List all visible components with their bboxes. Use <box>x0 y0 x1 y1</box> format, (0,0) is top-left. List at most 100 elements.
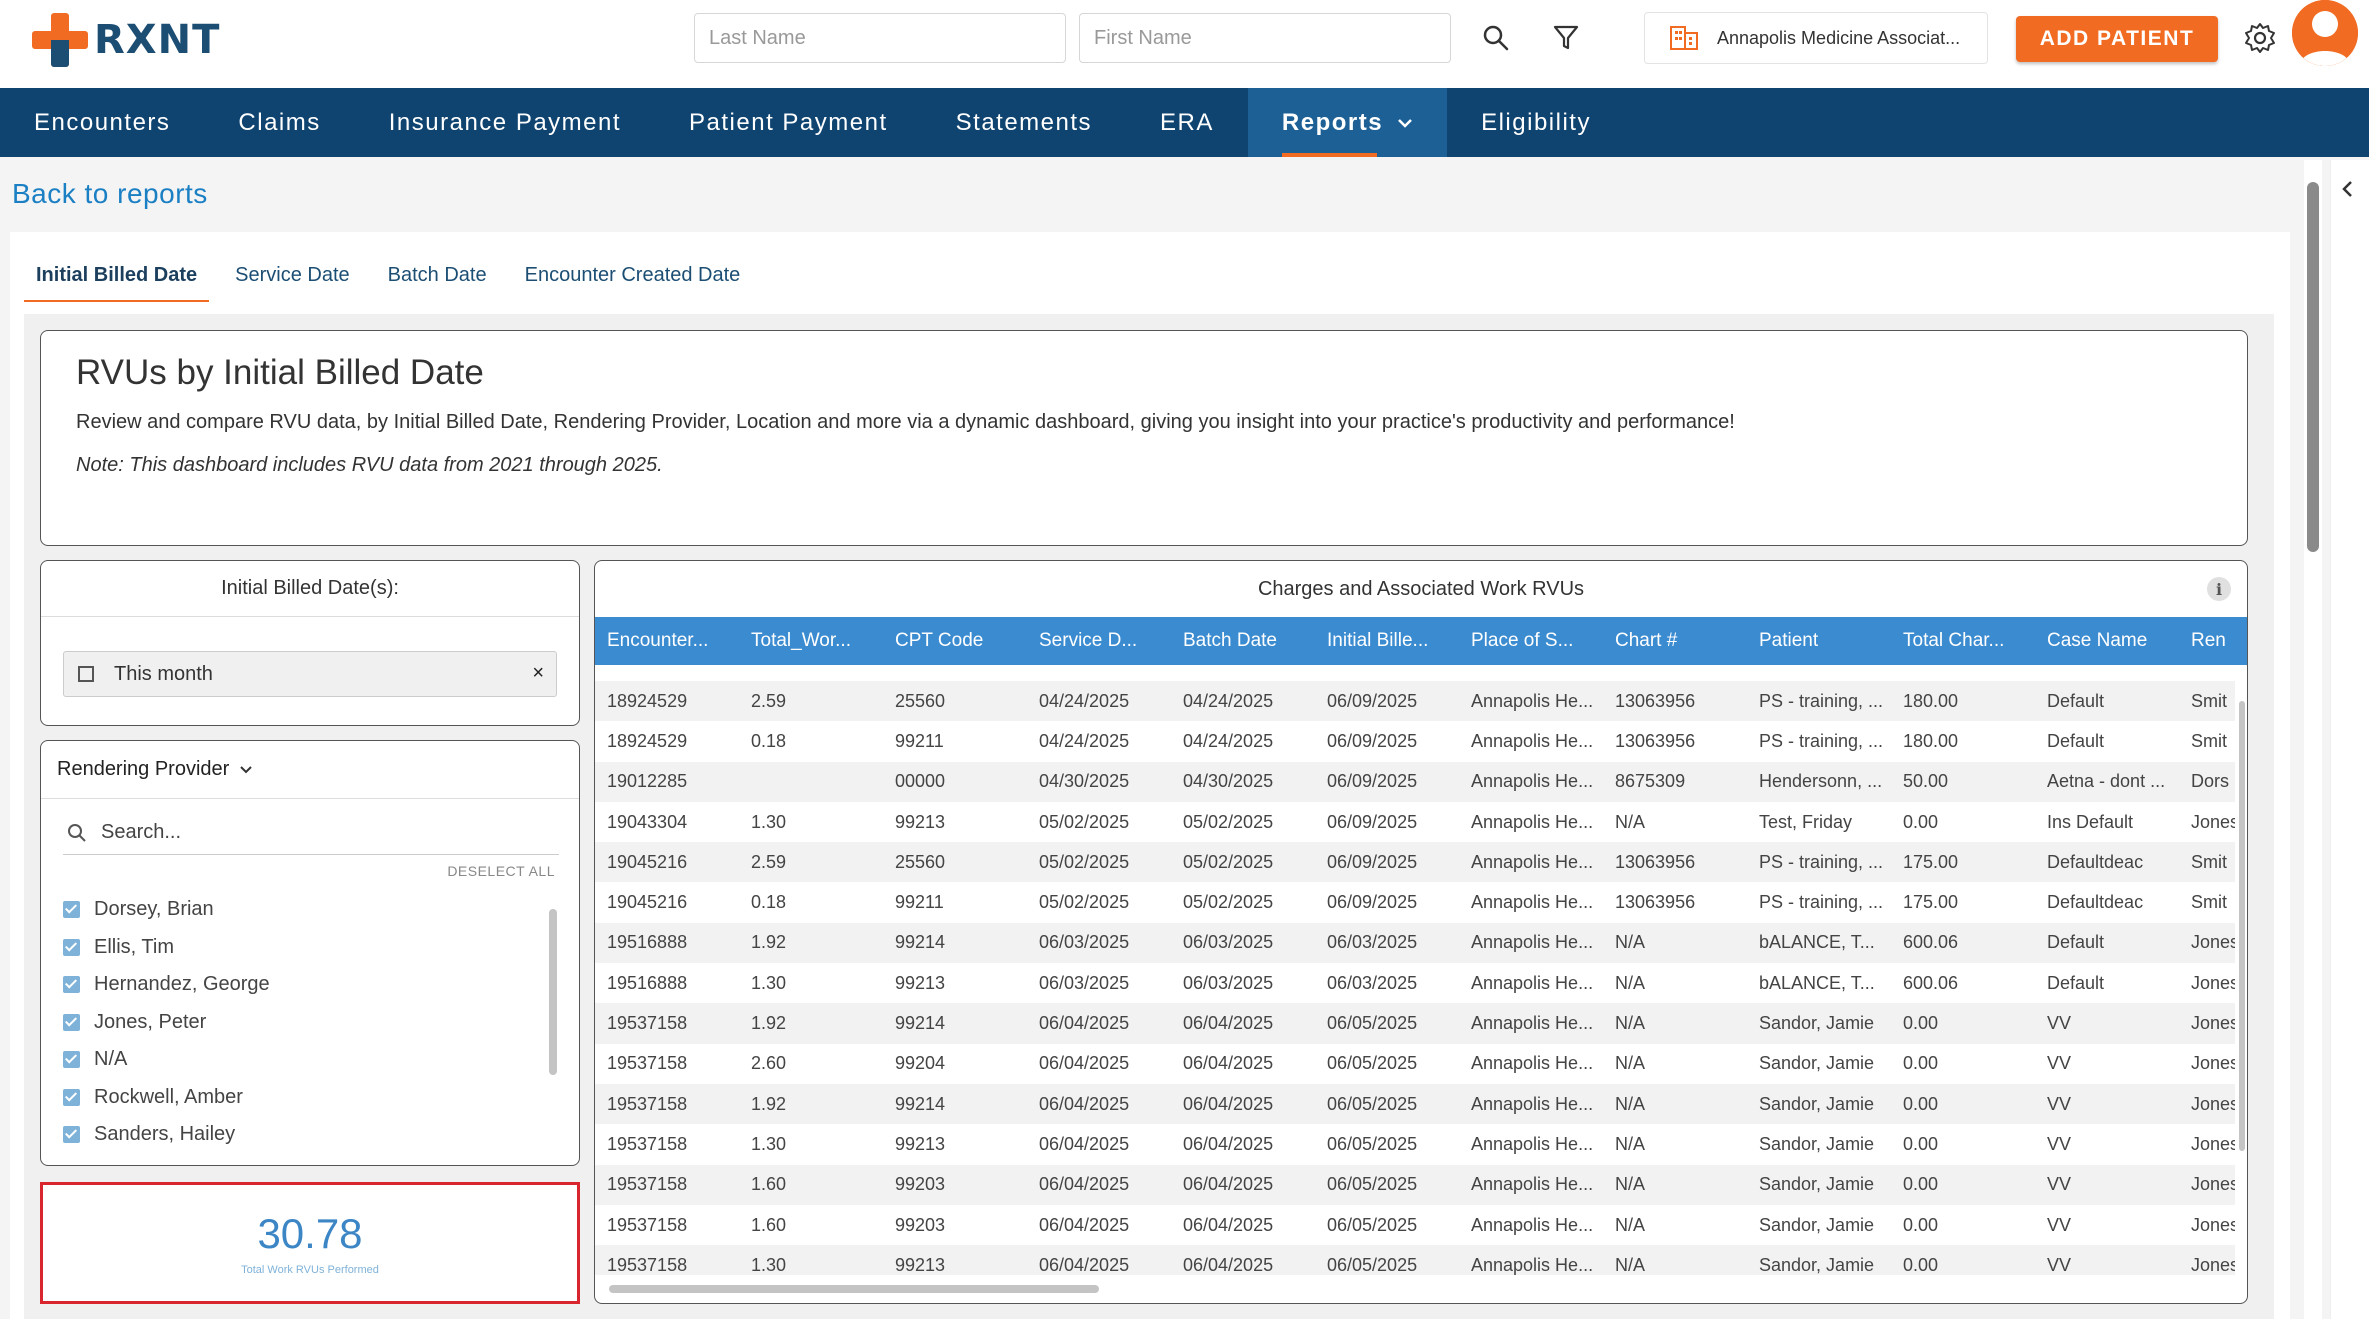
table-cell: 1.92 <box>751 1093 787 1114</box>
rxnt-logo[interactable]: RXNT <box>32 12 220 68</box>
date-range-selector[interactable]: This month × <box>63 651 557 697</box>
chevron-left-icon[interactable] <box>2341 180 2355 198</box>
nav-reports[interactable]: Reports <box>1247 88 1448 157</box>
nav-statements[interactable]: Statements <box>922 88 1126 157</box>
table-cell: 06/09/2025 <box>1327 811 1418 832</box>
last-name-input[interactable]: Last Name <box>694 13 1066 63</box>
table-row[interactable]: 19537158 1.60 99203 06/04/2025 06/04/2025 06/… <box>595 1205 2235 1245</box>
table-row[interactable]: 19537158 1.60 99203 06/04/2025 06/04/2025 06/… <box>595 1164 2235 1205</box>
column-header[interactable]: Total Char... <box>1891 617 2035 665</box>
table-cell: 99203 <box>895 1214 946 1235</box>
list-item[interactable]: Sanders, Hailey <box>63 1116 533 1154</box>
tab-batch-date[interactable]: Batch Date <box>376 264 499 304</box>
provider-search-input[interactable]: Search... <box>63 811 559 855</box>
clear-date-icon[interactable]: × <box>532 662 544 685</box>
table-row[interactable]: 19537158 1.92 99214 06/04/2025 06/04/2025 06/… <box>595 1003 2235 1044</box>
table-cell: 06/04/2025 <box>1183 1254 1274 1275</box>
table-cell: Defaultdeac <box>2047 892 2144 913</box>
first-name-input[interactable]: First Name <box>1079 13 1451 63</box>
column-header[interactable]: Ren <box>2179 617 2247 665</box>
table-cell: Jones <box>2191 972 2235 993</box>
check-icon[interactable] <box>63 901 80 919</box>
nav-era[interactable]: ERA <box>1126 88 1248 157</box>
tab-initial-billed-date[interactable]: Initial Billed Date <box>24 264 210 304</box>
page-description: Review and compare RVU data, by Initial … <box>76 411 1735 433</box>
table-cell: 06/03/2025 <box>1327 932 1418 953</box>
deselect-all-button[interactable]: DESELECT ALL <box>447 863 555 879</box>
provider-list-scrollbar[interactable] <box>549 909 557 1075</box>
column-header[interactable]: Total_Wor... <box>739 617 883 665</box>
page-scrollbar-thumb[interactable] <box>2307 182 2319 552</box>
table-cell: Smit <box>2191 851 2227 872</box>
column-header[interactable]: Patient <box>1747 617 1891 665</box>
table-row[interactable]: 18924529 2.59 25560 04/24/2025 04/24/2025 06/… <box>595 681 2235 722</box>
check-icon[interactable] <box>63 1051 80 1069</box>
column-header[interactable]: Case Name <box>2035 617 2179 665</box>
nav-encounters[interactable]: Encounters <box>0 88 204 157</box>
table-row[interactable]: 19537158 1.30 99213 06/04/2025 06/04/2025 06/… <box>595 1124 2235 1164</box>
table-cell: 99213 <box>895 972 946 993</box>
table-cell: 04/30/2025 <box>1039 771 1130 792</box>
table-cell: 0.00 <box>1903 1093 1939 1114</box>
search-icon[interactable] <box>1478 20 1514 56</box>
table-cell: Sandor, Jamie <box>1759 1254 1875 1275</box>
table-row[interactable]: 19516888 1.92 99214 06/03/2025 06/03/2025 06/… <box>595 922 2235 964</box>
column-header[interactable]: Service D... <box>1027 617 1171 665</box>
column-header[interactable]: Encounter... <box>595 617 739 665</box>
add-patient-button[interactable]: ADD PATIENT <box>2016 16 2218 62</box>
column-header[interactable]: CPT Code <box>883 617 1027 665</box>
filter-icon[interactable] <box>1548 20 1584 56</box>
table-row[interactable]: 18924529 0.18 99211 04/24/2025 04/24/2025 06/… <box>595 721 2235 761</box>
check-icon[interactable] <box>63 1088 80 1106</box>
avatar[interactable] <box>2292 0 2358 66</box>
tab-service-date[interactable]: Service Date <box>223 264 362 304</box>
check-icon[interactable] <box>63 1126 80 1144</box>
table-row[interactable]: 19516888 1.30 99213 06/03/2025 06/03/2025 06/… <box>595 963 2235 1003</box>
table-cell: 19537158 <box>607 1254 688 1275</box>
list-item[interactable]: Dorsey, Brian <box>63 891 533 929</box>
table-cell: 05/02/2025 <box>1039 851 1130 872</box>
table-cell: Test, Friday <box>1759 811 1853 832</box>
top-bar: RXNT Last Name First Name Annapolis Medi… <box>0 0 2369 88</box>
table-row[interactable]: 19045216 2.59 25560 05/02/2025 05/02/2025 06/… <box>595 842 2235 883</box>
table-cell: 180.00 <box>1903 690 1959 711</box>
main-nav: Encounters Claims Insurance Payment Pati… <box>0 88 2369 157</box>
table-cell: 2.59 <box>751 690 787 711</box>
gear-icon[interactable] <box>2242 20 2278 56</box>
back-to-reports-link[interactable]: Back to reports <box>12 178 208 210</box>
dashboard-header: RVUs by Initial Billed Date Review and c… <box>40 330 2248 546</box>
provider-filter-dropdown[interactable]: Rendering Provider <box>41 741 579 799</box>
info-icon[interactable]: i <box>2207 577 2231 601</box>
column-header[interactable]: Place of S... <box>1459 617 1603 665</box>
nav-insurance-payment[interactable]: Insurance Payment <box>355 88 655 157</box>
list-item[interactable]: Rockwell, Amber <box>63 1079 533 1117</box>
list-item[interactable]: N/A <box>63 1041 533 1079</box>
column-header[interactable]: Chart # <box>1603 617 1747 665</box>
table-cell: 19537158 <box>607 1093 688 1114</box>
table-cell: 99213 <box>895 1254 946 1275</box>
table-cell: Sandor, Jamie <box>1759 1053 1875 1074</box>
table-row[interactable]: 19045216 0.18 99211 05/02/2025 05/02/2025 06/… <box>595 882 2235 922</box>
nav-patient-payment[interactable]: Patient Payment <box>655 88 922 157</box>
tab-encounter-created-date[interactable]: Encounter Created Date <box>513 264 753 304</box>
table-row[interactable]: 19043304 1.30 99213 05/02/2025 05/02/2025 06/… <box>595 802 2235 842</box>
nav-claims[interactable]: Claims <box>204 88 354 157</box>
nav-eligibility[interactable]: Eligibility <box>1447 88 1625 157</box>
column-header[interactable]: Initial Bille... <box>1315 617 1459 665</box>
logo-text: RXNT <box>94 17 221 63</box>
check-icon[interactable] <box>63 1013 80 1031</box>
column-header[interactable]: Batch Date <box>1171 617 1315 665</box>
table-row[interactable]: 19537158 2.60 99204 06/04/2025 06/04/2025 06/… <box>595 1044 2235 1084</box>
practice-selector[interactable]: Annapolis Medicine Associat... <box>1644 12 1988 64</box>
table-row[interactable]: 19537158 1.30 99213 06/04/2025 06/04/2025 06/… <box>595 1245 2235 1275</box>
table-horizontal-scrollbar[interactable] <box>609 1285 1099 1293</box>
check-icon[interactable] <box>63 976 80 994</box>
list-item[interactable]: Ellis, Tim <box>63 929 533 967</box>
check-icon[interactable] <box>63 938 80 956</box>
list-item[interactable]: Jones, Peter <box>63 1004 533 1042</box>
list-item[interactable]: Hernandez, George <box>63 966 533 1004</box>
table-row[interactable]: 19012285 00000 04/30/2025 04/30/2025 06/09/2… <box>595 761 2235 802</box>
table-row[interactable]: 19537158 1.92 99214 06/04/2025 06/04/2025 06/… <box>595 1083 2235 1125</box>
table-vertical-scrollbar[interactable] <box>2239 701 2245 1151</box>
table-cell: 0.00 <box>1903 811 1939 832</box>
